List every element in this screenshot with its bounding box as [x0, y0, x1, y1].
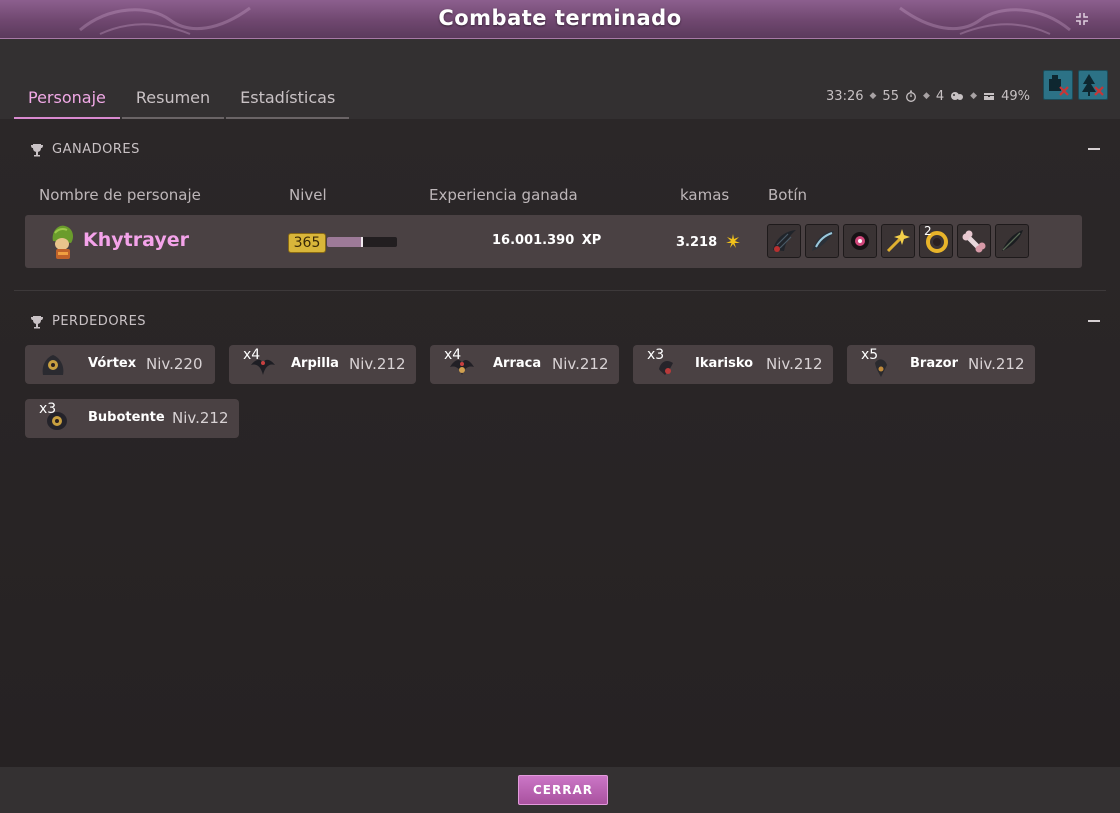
- tab-personaje[interactable]: Personaje: [14, 87, 120, 119]
- fight-turns: 55: [882, 88, 899, 104]
- tab-resumen[interactable]: Resumen: [121, 87, 225, 119]
- window-title: Combate terminado: [438, 6, 682, 30]
- losers-header: PERDEDORES: [30, 314, 146, 329]
- loser-card[interactable]: x4 Arraca Niv.212: [430, 345, 619, 384]
- loser-level: Niv.212: [552, 355, 609, 373]
- spectator-toggle-icon[interactable]: [1043, 70, 1073, 100]
- losers-collapse-button[interactable]: [1088, 320, 1100, 322]
- xp-progress-fill: [327, 237, 362, 247]
- loser-quantity: x3: [647, 347, 665, 363]
- col-loot: Botín: [768, 186, 808, 204]
- loser-level: Niv.220: [146, 355, 203, 373]
- loot-item[interactable]: [843, 224, 877, 258]
- winners-collapse-button[interactable]: [1088, 148, 1100, 150]
- monster-vortex-icon: [42, 355, 64, 375]
- monster-group-icon: [951, 92, 964, 100]
- col-kamas: kamas: [680, 186, 730, 204]
- loser-name: Brazor: [910, 356, 959, 371]
- loser-name: Arraca: [493, 356, 542, 371]
- tab-bar: Personaje Resumen Estadísticas: [14, 87, 350, 119]
- loser-level: Niv.212: [968, 355, 1025, 373]
- xp-value: 16.001.390: [492, 233, 575, 248]
- xp-progress-bar: [327, 237, 397, 247]
- winners-title: GANADORES: [52, 142, 140, 157]
- loser-card[interactable]: x5 Brazor Niv.212: [847, 345, 1035, 384]
- losers-title: PERDEDORES: [52, 314, 147, 329]
- loser-card[interactable]: Vórtex Niv.220: [25, 345, 215, 384]
- loser-quantity: x4: [444, 347, 462, 363]
- character-avatar: [52, 225, 73, 259]
- loser-name: Ikarisko: [695, 356, 754, 371]
- loser-quantity: x5: [861, 347, 879, 363]
- separator-dot: ◆: [869, 91, 877, 101]
- xp-unit: XP: [581, 233, 602, 248]
- loser-name: Vórtex: [88, 356, 137, 371]
- golden-wand-icon: [886, 229, 910, 253]
- content-area: GANADORES Nombre de personaje Nivel Expe…: [0, 119, 1120, 767]
- loser-quantity: x4: [243, 347, 261, 363]
- fight-rounds: 4: [935, 88, 945, 104]
- loser-card[interactable]: x4 Arpilla Niv.212: [229, 345, 416, 384]
- loot-item[interactable]: 2: [919, 224, 953, 258]
- col-name: Nombre de personaje: [39, 186, 201, 204]
- loser-level: Niv.212: [349, 355, 406, 373]
- footer-bar: CERRAR: [0, 767, 1120, 813]
- loot-list: 2: [767, 224, 1029, 258]
- loser-quantity: x3: [39, 401, 57, 417]
- dark-wing-icon: [773, 230, 796, 252]
- minimize-icon[interactable]: [1074, 11, 1090, 27]
- loser-level: Niv.212: [172, 409, 229, 427]
- section-divider: [14, 290, 1106, 291]
- tree-toggle-icon[interactable]: [1078, 70, 1108, 100]
- loot-quantity: 2: [924, 224, 932, 238]
- fight-time: 33:26: [826, 88, 864, 104]
- stopwatch-icon: [906, 90, 916, 102]
- loot-item[interactable]: [881, 224, 915, 258]
- loot-item[interactable]: [957, 224, 991, 258]
- loser-card[interactable]: x3 Bubotente Niv.212: [25, 399, 239, 438]
- separator-dot: ◆: [922, 91, 930, 101]
- trophy-icon: [31, 315, 43, 328]
- eye-orb-icon: [851, 232, 869, 250]
- close-button[interactable]: CERRAR: [518, 775, 608, 805]
- chest-icon: [984, 93, 995, 100]
- loser-name: Bubotente: [88, 410, 165, 425]
- separator-dot: ◆: [970, 91, 978, 101]
- xp-gained: 16.001.390 XP: [492, 233, 601, 248]
- kamas-value: 3.218: [676, 235, 718, 250]
- header-zone: Personaje Resumen Estadísticas 33:26 ◆ 5…: [0, 39, 1120, 119]
- winners-header: GANADORES: [30, 142, 140, 157]
- blade-icon: [812, 231, 834, 251]
- tab-estadisticas[interactable]: Estadísticas: [226, 87, 350, 119]
- loser-card[interactable]: x3 Ikarisko Niv.212: [633, 345, 833, 384]
- loot-item[interactable]: [767, 224, 801, 258]
- loot-item[interactable]: [995, 224, 1029, 258]
- player-name[interactable]: Khytrayer: [83, 229, 189, 251]
- level-badge: 365: [288, 233, 326, 253]
- kama-coin-icon: [725, 234, 740, 248]
- loot-item[interactable]: [805, 224, 839, 258]
- col-xp: Experiencia ganada: [429, 186, 578, 204]
- kamas-gained: 3.218: [676, 233, 741, 250]
- trophy-icon: [31, 143, 43, 156]
- bone-icon: [962, 230, 986, 253]
- title-bar[interactable]: Combate terminado: [0, 0, 1120, 39]
- loser-level: Niv.212: [766, 355, 823, 373]
- feather-icon: [1002, 230, 1023, 251]
- fight-percent: 49%: [1001, 88, 1030, 104]
- winner-row[interactable]: Khytrayer 365 16.001.390 XP 3.218 2: [25, 215, 1082, 268]
- fight-result-window: Combate terminado Personaje Resumen Esta…: [0, 0, 1120, 813]
- xp-progress-marker: [361, 237, 363, 247]
- col-level: Nivel: [289, 186, 327, 204]
- loser-name: Arpilla: [291, 356, 339, 371]
- fight-stats: 33:26 ◆ 55 ◆ 4 ◆ 49%: [826, 87, 1030, 105]
